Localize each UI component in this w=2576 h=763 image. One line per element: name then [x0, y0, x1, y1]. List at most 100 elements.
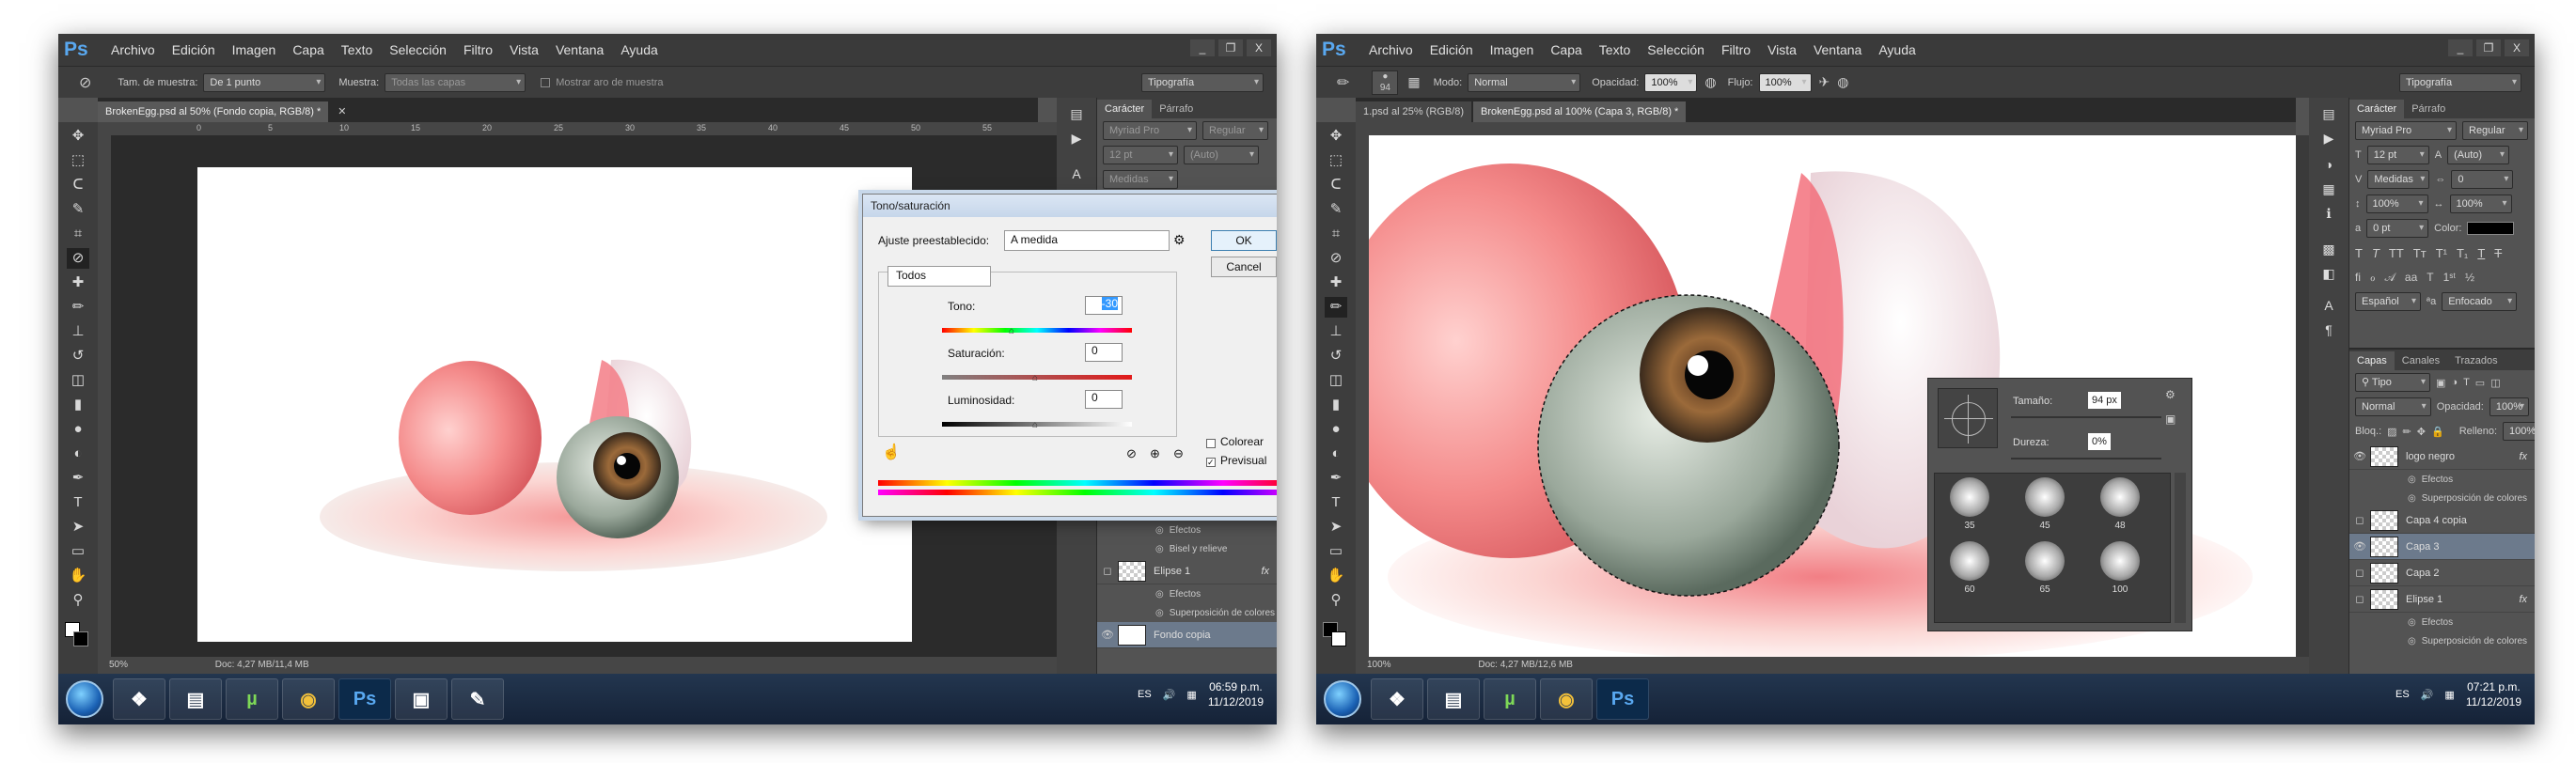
tab-caracter[interactable]: Carácter	[1097, 100, 1153, 118]
show-ring-checkbox[interactable]	[541, 77, 551, 87]
blend-mode-select[interactable]: Normal	[2355, 397, 2431, 416]
adjustments-panel-icon[interactable]: ◑	[2317, 154, 2340, 175]
shape-tool-icon[interactable]: ▭	[67, 541, 89, 562]
minimize-button[interactable]: _	[1190, 39, 1215, 56]
sample-size-select[interactable]: De 1 punto	[203, 72, 326, 92]
brush-preset-48[interactable]	[2100, 477, 2140, 517]
leading-select[interactable]: (Auto)	[1184, 146, 1259, 164]
layer-effect-bevel[interactable]: ◎ Bisel y relieve	[1097, 539, 1277, 558]
history-brush-icon[interactable]: ↺	[1325, 346, 1347, 366]
workspace-select[interactable]: Tipografía	[2399, 73, 2521, 92]
menu-vista[interactable]: Vista	[1767, 42, 1797, 57]
hue-slider[interactable]	[942, 328, 1132, 333]
size-input[interactable]: 94 px	[2088, 392, 2121, 409]
hue-slider-thumb[interactable]: ⌂	[1009, 326, 1014, 336]
zoom-level[interactable]: 100%	[1367, 660, 1391, 670]
doc-tab-brokenegg[interactable]: BrokenEgg.psd al 50% (Fondo copia, RGB/8…	[98, 101, 329, 122]
network-icon[interactable]: ▦	[1186, 689, 1196, 701]
folder-icon[interactable]: ▤	[169, 678, 222, 720]
brush-preset-45[interactable]	[2025, 477, 2065, 517]
new-preset-icon[interactable]: ▣	[2165, 413, 2175, 426]
hardness-slider[interactable]	[2011, 458, 2161, 459]
lasso-tool-icon[interactable]: ᑕ	[67, 175, 89, 195]
eyedropper-tool-icon[interactable]: ⊘	[67, 248, 89, 269]
type-tool-icon[interactable]: T	[67, 492, 89, 513]
minimize-button[interactable]: _	[2448, 39, 2473, 56]
visibility-icon[interactable]: ◻	[2349, 593, 2370, 605]
tab-caracter[interactable]: Carácter	[2349, 100, 2405, 118]
doc-tab-brokenegg[interactable]: BrokenEgg.psd al 100% (Capa 3, RGB/8) *	[1473, 101, 1687, 122]
ligatures-icon[interactable]: ﬁ	[2355, 271, 2361, 284]
small-caps-icon[interactable]: Tт	[2413, 246, 2427, 260]
brush-tool-icon[interactable]: ✏	[67, 297, 89, 318]
font-family-select[interactable]: Myriad Pro	[1103, 121, 1197, 140]
layer-row[interactable]: ◻ Elipse 1 fx	[1097, 558, 1277, 584]
layer-row-selected[interactable]: 👁 Fondo copia	[1097, 622, 1277, 648]
menu-texto[interactable]: Texto	[1599, 42, 1630, 57]
layer-row-selected[interactable]: 👁 Capa 3	[2349, 534, 2535, 560]
filter-smart-icon[interactable]: ◫	[2490, 377, 2500, 389]
preset-scrollbar[interactable]	[2175, 473, 2186, 623]
layer-effects-row[interactable]: ◎ Efectos	[2349, 470, 2535, 489]
sample-select[interactable]: Todas las capas	[385, 72, 526, 92]
kerning-select[interactable]: Medidas	[2367, 170, 2430, 189]
lasso-tool-icon[interactable]: ᑕ	[1325, 175, 1347, 195]
eyedropper-plus-icon[interactable]: ⊕	[1150, 446, 1160, 461]
contextual-alt-icon[interactable]: ℴ	[2370, 271, 2376, 284]
menu-texto[interactable]: Texto	[341, 42, 372, 57]
menu-archivo[interactable]: Archivo	[111, 42, 155, 57]
utorrent-icon[interactable]: µ	[1484, 678, 1536, 720]
visibility-eye-icon[interactable]: 👁	[1097, 629, 1118, 641]
utorrent-icon[interactable]: µ	[226, 678, 278, 720]
ok-button[interactable]: OK	[1211, 230, 1277, 251]
strikethrough-icon[interactable]: T	[2494, 246, 2502, 260]
language-indicator[interactable]: ES	[1138, 689, 1152, 700]
crop-tool-icon[interactable]: ⌗	[67, 224, 89, 244]
vertical-scale-input[interactable]: 100%	[2365, 195, 2428, 213]
language-select[interactable]: Español	[2355, 292, 2421, 311]
quick-select-icon[interactable]: ✎	[67, 199, 89, 220]
brush-preset-65[interactable]	[2025, 541, 2065, 581]
lock-transparency-icon[interactable]: ▨	[2387, 426, 2396, 438]
blur-tool-icon[interactable]: ●	[67, 419, 89, 440]
zoom-level[interactable]: 50%	[109, 660, 128, 670]
actions-panel-icon[interactable]: ▶	[2317, 128, 2340, 148]
restore-button[interactable]: ❐	[2476, 39, 2501, 56]
healing-tool-icon[interactable]: ✚	[1325, 272, 1347, 293]
layer-comps-icon[interactable]: ◧	[2317, 263, 2340, 284]
baseline-input[interactable]: 0 pt	[2366, 219, 2429, 238]
ordinals-icon[interactable]: 1ˢᵗ	[2443, 271, 2456, 284]
eraser-tool-icon[interactable]: ◫	[1325, 370, 1347, 391]
popup-gear-icon[interactable]: ⚙	[2165, 388, 2175, 401]
menu-imagen[interactable]: Imagen	[1490, 42, 1534, 57]
lightness-input[interactable]: 0	[1085, 390, 1123, 409]
shape-tool-icon[interactable]: ▭	[1325, 541, 1347, 562]
filter-shape-icon[interactable]: ▭	[2475, 377, 2485, 389]
colorize-checkbox[interactable]	[1206, 439, 1216, 448]
fractions-icon[interactable]: ½	[2465, 271, 2474, 284]
subscript-icon[interactable]: T₁	[2457, 246, 2468, 260]
layer-effect-color-overlay[interactable]: ◎ Superposición de colores	[2349, 489, 2535, 507]
eraser-tool-icon[interactable]: ◫	[67, 370, 89, 391]
menu-ventana[interactable]: Ventana	[1814, 42, 1861, 57]
marquee-tool-icon[interactable]: ⬚	[67, 150, 89, 171]
healing-tool-icon[interactable]: ✚	[67, 272, 89, 293]
lock-position-icon[interactable]: ✥	[2417, 426, 2426, 438]
restore-button[interactable]: ❐	[1218, 39, 1243, 56]
image-viewer-icon[interactable]: ▣	[395, 678, 448, 720]
filter-type-icon[interactable]: T	[2463, 377, 2470, 388]
pen-tool-icon[interactable]: ✒	[1325, 468, 1347, 489]
font-size-select[interactable]: 12 pt	[1103, 146, 1178, 164]
crop-tool-icon[interactable]: ⌗	[1325, 224, 1347, 244]
eyedropper-icon[interactable]: ⊘	[79, 73, 91, 92]
size-slider[interactable]	[2011, 416, 2161, 418]
tracking-select[interactable]: 0	[2451, 170, 2514, 189]
tab-capas[interactable]: Capas	[2349, 351, 2395, 370]
explorer-icon[interactable]: ❖	[113, 678, 165, 720]
airbrush-icon[interactable]: ✈	[1819, 74, 1830, 90]
explorer-icon[interactable]: ❖	[1371, 678, 1423, 720]
fx-icon[interactable]: fx	[1261, 566, 1269, 577]
brush-preset-60[interactable]	[1950, 541, 1989, 581]
brush-icon[interactable]: ✏	[1337, 73, 1349, 92]
visibility-icon[interactable]: ◻	[2349, 567, 2370, 579]
